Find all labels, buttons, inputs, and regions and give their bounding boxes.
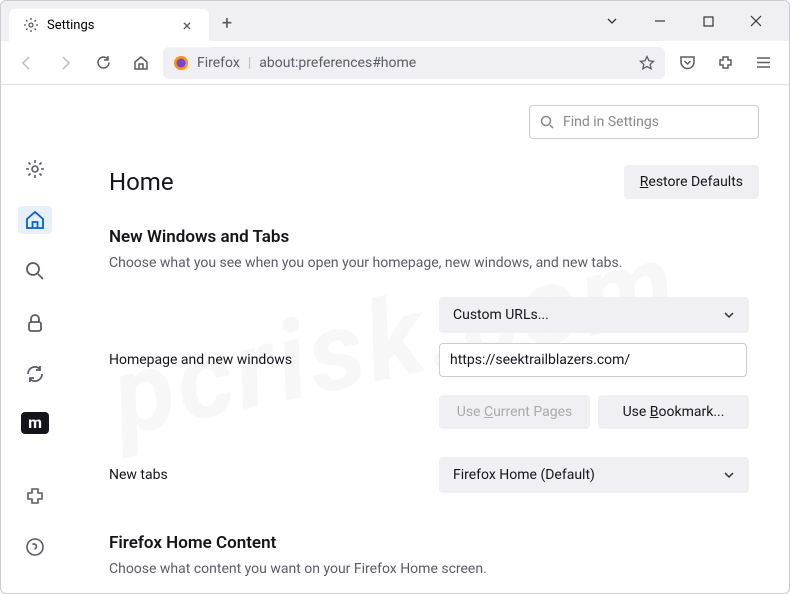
home-button[interactable] bbox=[125, 47, 157, 79]
homepage-label: Homepage and new windows bbox=[109, 352, 439, 368]
star-icon[interactable] bbox=[639, 55, 655, 71]
sidebar-item-help[interactable] bbox=[18, 534, 52, 561]
close-button[interactable] bbox=[741, 7, 771, 35]
reload-button[interactable] bbox=[87, 47, 119, 79]
sidebar-item-more[interactable]: m bbox=[21, 412, 49, 435]
newtabs-label: New tabs bbox=[109, 467, 439, 483]
homepage-mode-dropdown[interactable]: Custom URLs... bbox=[439, 297, 749, 333]
minimize-button[interactable] bbox=[645, 7, 675, 35]
section-title-2: Firefox Home Content bbox=[109, 533, 759, 553]
new-tab-button[interactable]: + bbox=[213, 9, 241, 37]
url-bar[interactable]: Firefox | about:preferences#home bbox=[163, 47, 665, 79]
page-title: Home bbox=[109, 168, 174, 196]
forward-button[interactable] bbox=[49, 47, 81, 79]
homepage-url-input[interactable] bbox=[439, 343, 747, 377]
sidebar-item-home[interactable] bbox=[18, 206, 52, 233]
menu-icon[interactable] bbox=[747, 47, 779, 79]
sidebar-item-sync[interactable] bbox=[18, 360, 52, 387]
sidebar: m bbox=[1, 85, 69, 593]
main-content: Find in Settings Home RRestore Defaultse… bbox=[69, 85, 789, 593]
gear-icon bbox=[23, 17, 39, 33]
search-input[interactable]: Find in Settings bbox=[529, 105, 759, 139]
dropdown-value: Custom URLs... bbox=[453, 307, 549, 323]
toolbar: Firefox | about:preferences#home bbox=[1, 41, 789, 85]
pocket-icon[interactable] bbox=[671, 47, 703, 79]
section-desc-2: Choose what content you want on your Fir… bbox=[109, 561, 759, 577]
search-placeholder: Find in Settings bbox=[563, 114, 659, 130]
use-current-pages-button[interactable]: Use Current Pages bbox=[439, 395, 590, 429]
sidebar-item-general[interactable] bbox=[18, 155, 52, 182]
tab-bar: Settings × + bbox=[1, 1, 789, 41]
urlbar-label: Firefox bbox=[197, 55, 240, 71]
newtabs-dropdown[interactable]: Firefox Home (Default) bbox=[439, 457, 749, 493]
sidebar-item-search[interactable] bbox=[18, 258, 52, 285]
extensions-icon[interactable] bbox=[709, 47, 741, 79]
back-button[interactable] bbox=[11, 47, 43, 79]
chevron-down-icon[interactable] bbox=[597, 7, 627, 35]
sidebar-item-privacy[interactable] bbox=[18, 309, 52, 336]
tab-title: Settings bbox=[47, 18, 94, 33]
tab-settings[interactable]: Settings × bbox=[9, 9, 209, 41]
section-title: New Windows and Tabs bbox=[109, 227, 759, 247]
urlbar-url: about:preferences#home bbox=[259, 55, 631, 71]
maximize-button[interactable] bbox=[693, 7, 723, 35]
dropdown-value: Firefox Home (Default) bbox=[453, 467, 595, 483]
sidebar-item-extensions[interactable] bbox=[18, 482, 52, 509]
use-bookmark-button[interactable]: Use Bookmark... bbox=[598, 395, 749, 429]
close-icon[interactable]: × bbox=[179, 17, 195, 33]
firefox-icon bbox=[173, 55, 189, 71]
restore-defaults-button[interactable]: RRestore Defaultsestore Defaults bbox=[624, 165, 759, 199]
section-desc: Choose what you see when you open your h… bbox=[109, 255, 759, 271]
